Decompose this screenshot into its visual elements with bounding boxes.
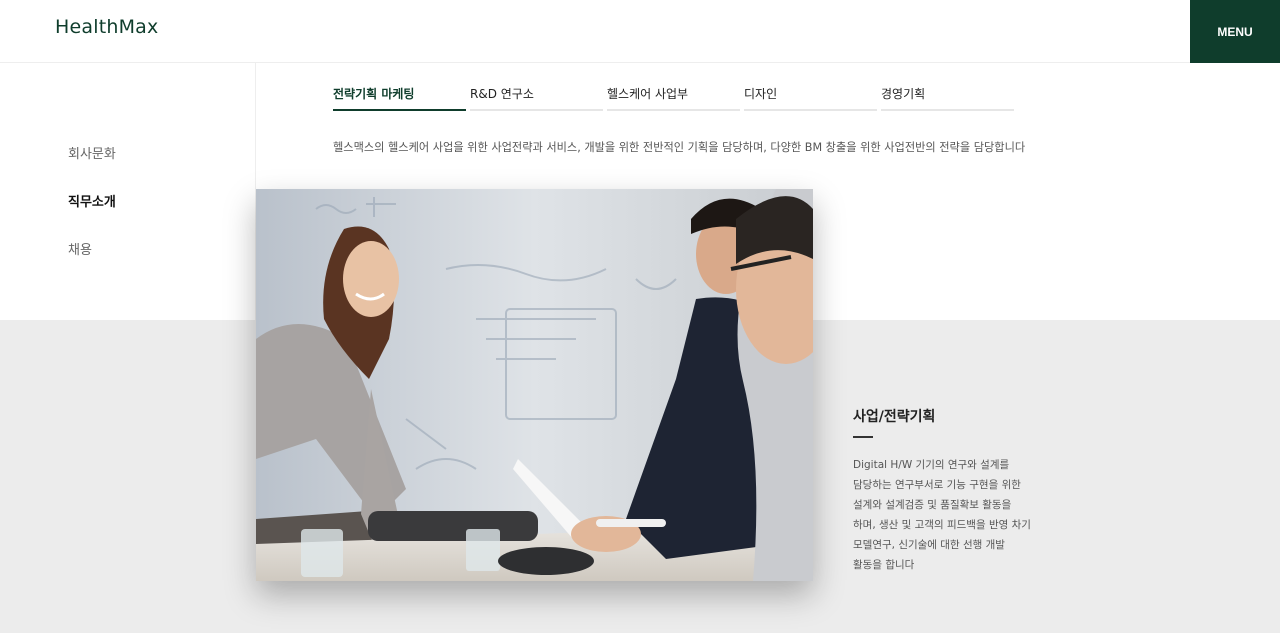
- detail-line: Digital H/W 기기의 연구와 설계를: [853, 459, 1010, 471]
- team-meeting-photo: [256, 189, 813, 581]
- detail-line: 담당하는 연구부서로 기능 구현을 위한: [853, 479, 1021, 491]
- sidebar: 회사문화 직무소개 채용: [0, 63, 256, 320]
- detail-title: 사업/전략기획: [853, 409, 936, 425]
- detail-line: 모델연구, 신기술에 대한 선행 개발: [853, 539, 1005, 551]
- detail-line: 하며, 생산 및 고객의 피드백을 반영 차기: [853, 519, 1031, 531]
- detail-line: 설계와 설계검증 및 품질확보 활동을: [853, 499, 1012, 511]
- menu-button[interactable]: MENU: [1190, 0, 1280, 63]
- sidebar-item-jobs[interactable]: 직무소개: [68, 191, 116, 210]
- tab-design[interactable]: 디자인: [744, 84, 877, 111]
- title-underline: [853, 436, 873, 438]
- site-header: HealthMax MENU: [0, 0, 1280, 63]
- tab-healthcare[interactable]: 헬스케어 사업부: [607, 84, 740, 111]
- tab-rnd[interactable]: R&D 연구소: [470, 84, 603, 111]
- tab-management[interactable]: 경영기획: [881, 84, 1014, 111]
- logo[interactable]: HealthMax: [55, 16, 158, 38]
- sidebar-item-recruit[interactable]: 채용: [68, 239, 92, 258]
- tab-description: 헬스맥스의 헬스케어 사업을 위한 사업전략과 서비스, 개발을 위한 전반적인…: [333, 141, 1026, 154]
- detail-line: 활동을 합니다: [853, 559, 915, 571]
- tab-strategy-marketing[interactable]: 전략기획 마케팅: [333, 84, 466, 111]
- detail-body: Digital H/W 기기의 연구와 설계를 담당하는 연구부서로 기능 구현…: [853, 455, 1043, 575]
- sidebar-item-culture[interactable]: 회사문화: [68, 143, 116, 162]
